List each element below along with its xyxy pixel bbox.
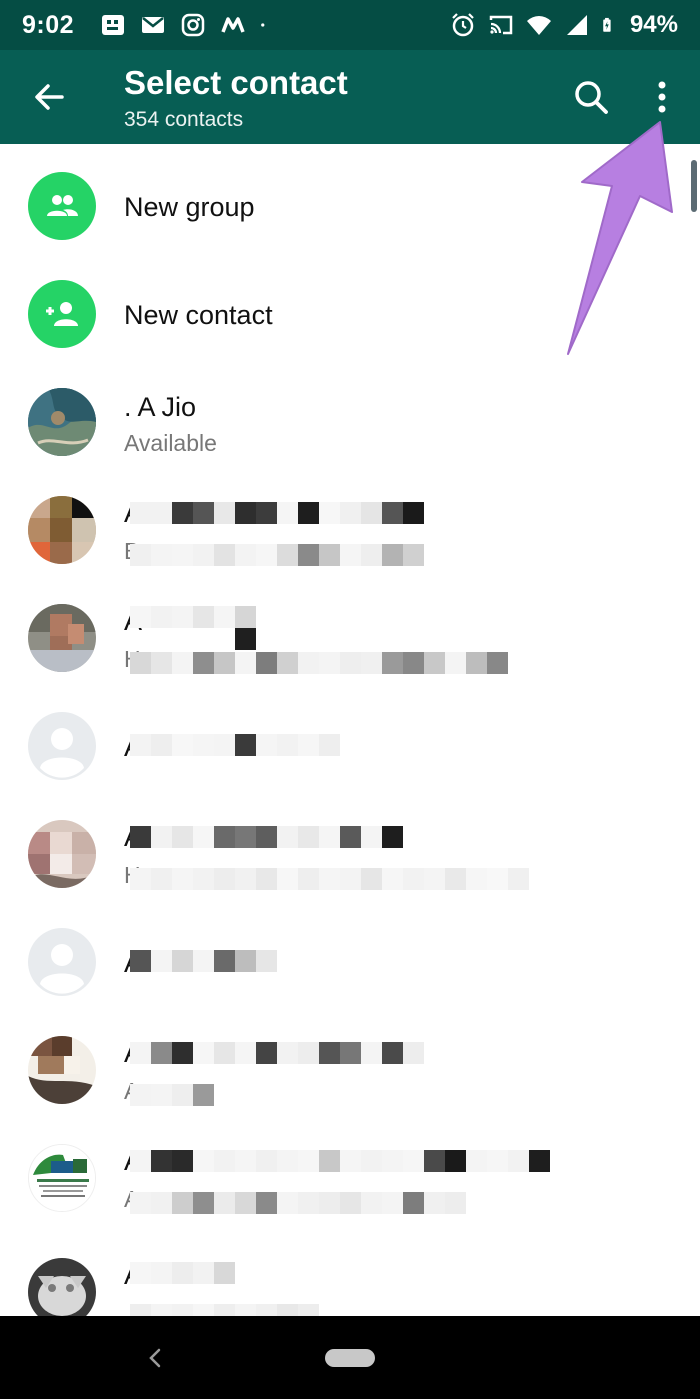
contact-avatar	[28, 820, 96, 888]
contact-item[interactable]: A H	[0, 800, 700, 908]
contact-avatar	[28, 604, 96, 672]
battery-icon	[603, 17, 611, 32]
contact-item[interactable]: A H	[0, 584, 700, 692]
contact-item[interactable]: A	[0, 692, 700, 800]
contact-avatar	[28, 1144, 96, 1212]
search-icon[interactable]	[568, 74, 614, 120]
status-notification-icons	[100, 12, 272, 38]
group-icon	[28, 172, 96, 240]
more-options-icon[interactable]	[640, 74, 684, 120]
signal-icon	[566, 15, 587, 35]
page-title: Select contact	[124, 64, 348, 101]
contact-item[interactable]: A A	[0, 1124, 700, 1232]
default-avatar-icon	[28, 712, 96, 780]
nav-back-icon[interactable]	[140, 1340, 168, 1376]
default-avatar-icon	[28, 928, 96, 996]
m-icon	[221, 17, 245, 33]
back-arrow-icon[interactable]	[26, 74, 72, 120]
instagram-icon	[181, 13, 205, 37]
dot-icon	[261, 23, 265, 27]
alarm-icon	[452, 13, 474, 37]
contact-item[interactable]: A A	[0, 1016, 700, 1124]
gallery-icon	[102, 15, 125, 35]
contact-avatar	[28, 388, 96, 456]
contact-avatar	[28, 1258, 96, 1316]
contact-status: Available	[124, 430, 217, 456]
contact-item[interactable]: A B	[0, 476, 700, 584]
contact-count: 354 contacts	[124, 108, 244, 131]
nav-home-pill[interactable]	[325, 1349, 375, 1367]
contact-avatar	[28, 496, 96, 564]
contact-name: . A Jio	[124, 392, 197, 422]
status-time: 9:02	[22, 10, 75, 39]
add-person-icon	[28, 280, 96, 348]
new-contact-label: New contact	[124, 300, 273, 330]
scrollbar[interactable]	[691, 160, 697, 212]
wifi-icon	[526, 16, 551, 35]
cast-icon	[489, 15, 513, 35]
status-system-icons: 94%	[450, 11, 678, 39]
contact-item[interactable]: . A Jio Available	[0, 368, 700, 476]
contact-item[interactable]: A	[0, 908, 700, 1016]
new-group-label: New group	[124, 192, 255, 222]
contact-avatar	[28, 1036, 96, 1104]
contact-item[interactable]: A	[0, 1232, 700, 1316]
status-bar: 9:02 94%	[0, 0, 700, 50]
battery-percentage: 94%	[629, 11, 678, 38]
gmail-icon	[142, 17, 165, 33]
annotation-arrow-icon	[567, 121, 673, 355]
